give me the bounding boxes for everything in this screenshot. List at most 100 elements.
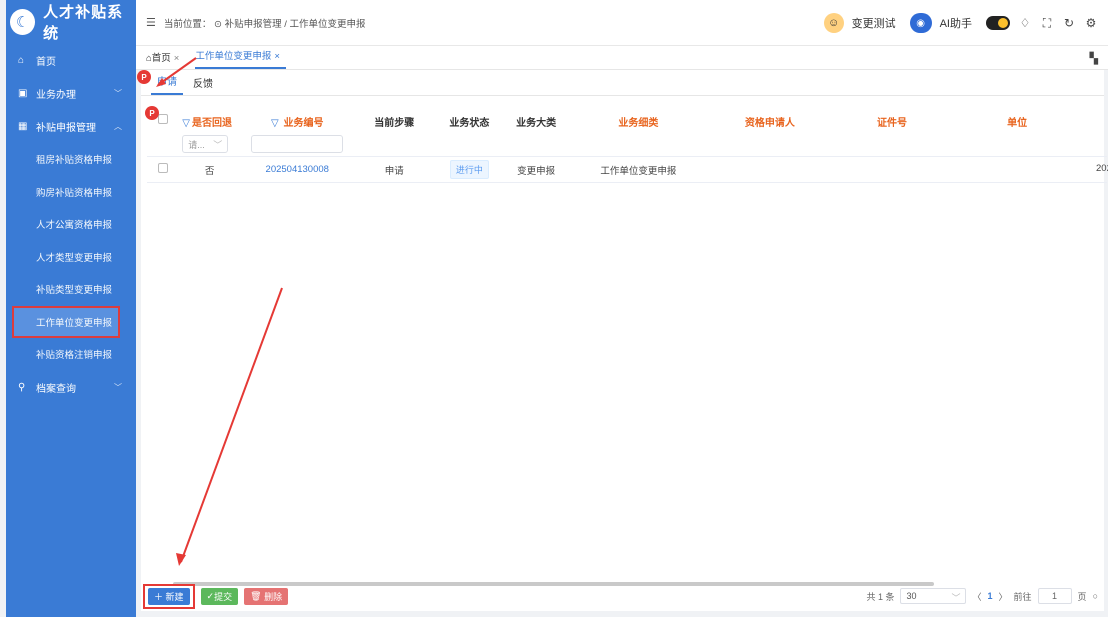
avatar[interactable]: ☺ <box>823 13 844 33</box>
page-unit: 页 <box>1077 591 1087 602</box>
user-name[interactable]: 变更测试 <box>852 15 896 31</box>
table-row[interactable]: 否 202504130008 申请 进行中 变更申报 工作单位变更申报 <box>147 156 1107 183</box>
button-label: 删除 <box>264 591 283 602</box>
table-header-row: ▽ 是否回退 请... ﹀ ▽ 业务编号 当前步骤 业务状态 业务大类 业务细类 资… <box>147 100 1107 157</box>
cell-applicant <box>708 156 832 183</box>
main-content: 申请 反馈 ▽ 是否回退 请... ﹀ ▽ 业务编号 当前步骤 业务状态 业务大类 … <box>141 70 1107 611</box>
current-page[interactable]: 1 <box>988 591 993 601</box>
close-icon[interactable]: × <box>174 53 180 64</box>
sidebar: ☾ 人才补贴系统 ⌂ 首页 ▣ 业务办理 ﹀ ▦ 补贴申报管理 ︿ 租房补贴资格… <box>6 0 136 617</box>
subtab-feedback[interactable]: 反馈 <box>187 75 219 95</box>
app-title: 人才补贴系统 <box>43 4 124 42</box>
ai-assistant-button[interactable]: AI助手 <box>940 15 972 31</box>
status-badge: 进行中 <box>449 160 489 179</box>
theme-toggle[interactable] <box>986 16 1010 30</box>
sidebar-item-label: 补贴申报管理 <box>36 123 96 134</box>
sidebar-subitem-apartment[interactable]: 人才公寓资格申报 <box>6 208 136 241</box>
next-page-icon[interactable]: 〉 <box>999 590 1008 603</box>
button-label: 提交 <box>214 591 233 602</box>
goto-page-input[interactable]: 1 <box>1037 588 1072 604</box>
col-label: 是否回退 <box>192 118 232 129</box>
cell-rollback: 否 <box>178 156 241 183</box>
check-icon: ✓ <box>206 590 215 601</box>
sidebar-item-subsidy-mgmt[interactable]: ▦ 补贴申报管理 ︿ <box>6 110 136 143</box>
tab-work-unit-change[interactable]: 工作单位变更申报 × <box>195 48 286 69</box>
sidebar-subitem-purchase[interactable]: 购房补贴资格申报 <box>6 176 136 209</box>
chevron-down-icon: ﹀ <box>213 140 223 150</box>
breadcrumb-path: 补贴申报管理 / 工作单位变更申报 <box>224 18 366 30</box>
grid-icon: ▦ <box>18 121 28 132</box>
sidebar-item-home[interactable]: ⌂ 首页 <box>6 44 136 77</box>
filter-icon[interactable]: ▽ <box>271 118 279 129</box>
trash-icon: 🗑 <box>250 590 262 601</box>
sidebar-item-label: 业务办理 <box>36 90 76 101</box>
chevron-up-icon: ︿ <box>114 122 122 131</box>
chevron-down-icon: ﹀ <box>114 382 122 392</box>
annotation-badge: P <box>137 70 151 84</box>
fullscreen-icon[interactable]: ⛶ <box>1040 16 1054 31</box>
delete-button[interactable]: 🗑 删除 <box>244 587 289 605</box>
chevron-down-icon: ﹀ <box>114 89 122 98</box>
chevron-down-icon: ﹀ <box>951 593 961 603</box>
sidebar-subitem-cancel[interactable]: 补贴资格注销申报 <box>6 338 136 371</box>
app-logo: ☾ 人才补贴系统 <box>6 0 136 44</box>
bell-icon[interactable]: ♢ <box>1018 16 1032 30</box>
select-all-checkbox[interactable] <box>157 114 168 124</box>
refresh-icon[interactable]: ○ <box>1093 591 1098 601</box>
col-extra <box>1081 100 1107 157</box>
sidebar-item-archive[interactable]: ⚲ 档案查询 ﹀ <box>6 371 136 404</box>
sidebar-subitem-subsidy-type[interactable]: 补贴类型变更申报 <box>6 273 136 306</box>
cell-subcategory: 工作单位变更申报 <box>568 156 709 183</box>
home-icon: ⌂ <box>18 55 25 66</box>
data-table: ▽ 是否回退 请... ﹀ ▽ 业务编号 当前步骤 业务状态 业务大类 业务细类 资… <box>147 100 1107 183</box>
col-subcategory: 业务细类 <box>568 100 709 157</box>
pagination: 共 1 条 30 ﹀ 〈 1 〉 前往 1 页 ○ <box>866 588 1098 604</box>
subtab-apply[interactable]: 申请 <box>151 73 183 95</box>
refresh-icon[interactable]: ↻ <box>1062 16 1076 30</box>
cell-business-no[interactable]: 202504130008 <box>240 156 354 183</box>
new-button[interactable]: ＋ 新建 <box>148 587 190 605</box>
tab-home[interactable]: ⌂首页 × <box>146 50 185 69</box>
col-rollback: ▽ 是否回退 请... ﹀ <box>178 100 241 157</box>
sidebar-subitem-talent-type[interactable]: 人才类型变更申报 <box>6 241 136 274</box>
prev-page-icon[interactable]: 〈 <box>972 590 981 603</box>
sidebar-item-label: 档案查询 <box>36 383 76 395</box>
apps-icon[interactable]: ▚ <box>1090 52 1098 65</box>
business-no-filter-input[interactable] <box>251 135 344 153</box>
page-size-select[interactable]: 30 ﹀ <box>900 588 967 604</box>
document-icon: ▣ <box>18 88 28 99</box>
col-applicant: 资格申请人 <box>708 100 832 157</box>
cell-extra-overflow: 2025 <box>1096 163 1108 174</box>
sub-tabs: 申请 反馈 <box>141 70 1104 96</box>
cell-category: 变更申报 <box>503 156 569 183</box>
new-button-highlight: ＋ 新建 <box>143 583 195 609</box>
top-right-tools: ☺ 变更测试 ◉ AI助手 ♢ ⛶ ↻ ⚙ <box>823 0 1098 46</box>
col-category: 业务大类 <box>503 100 569 157</box>
cell-step: 申请 <box>353 156 435 183</box>
breadcrumb: 当前位置： ⊙ 补贴申报管理 / 工作单位变更申报 <box>164 16 366 30</box>
submit-button[interactable]: ✓ 提交 <box>200 587 239 605</box>
cell-status: 进行中 <box>434 156 504 183</box>
page-size-value: 30 <box>906 591 917 601</box>
menu-fold-icon[interactable]: ☰ <box>146 16 156 29</box>
col-step: 当前步骤 <box>353 100 435 157</box>
row-checkbox[interactable] <box>157 163 168 173</box>
robot-icon[interactable]: ◉ <box>909 13 932 33</box>
filter-icon[interactable]: ▽ <box>182 118 190 129</box>
top-bar: ☰ 当前位置： ⊙ 补贴申报管理 / 工作单位变更申报 ☺ 变更测试 ◉ AI助… <box>136 0 1108 46</box>
gear-icon[interactable]: ⚙ <box>1084 16 1098 30</box>
close-icon[interactable]: × <box>274 51 280 62</box>
sidebar-item-business[interactable]: ▣ 业务办理 ﹀ <box>6 77 136 110</box>
sidebar-item-label: 首页 <box>36 57 56 68</box>
col-id-no: 证件号 <box>831 100 953 157</box>
cell-id-no <box>831 156 953 183</box>
sidebar-subitem-rent[interactable]: 租房补贴资格申报 <box>6 143 136 176</box>
goto-label: 前往 <box>1013 591 1032 602</box>
rollback-filter-select[interactable]: 请... ﹀ <box>182 135 229 153</box>
col-status: 业务状态 <box>434 100 504 157</box>
action-bar: ＋ 新建 ✓ 提交 🗑 删除 共 1 条 30 ﹀ 〈 1 〉 前往 1 页 ○ <box>141 581 1104 611</box>
sidebar-subitem-work-unit[interactable]: 工作单位变更申报 <box>12 305 120 338</box>
page-tabs: ⌂首页 × 工作单位变更申报 × ▚ <box>136 46 1108 70</box>
select-placeholder: 请... <box>188 140 205 150</box>
search-icon: ⚲ <box>18 381 26 393</box>
